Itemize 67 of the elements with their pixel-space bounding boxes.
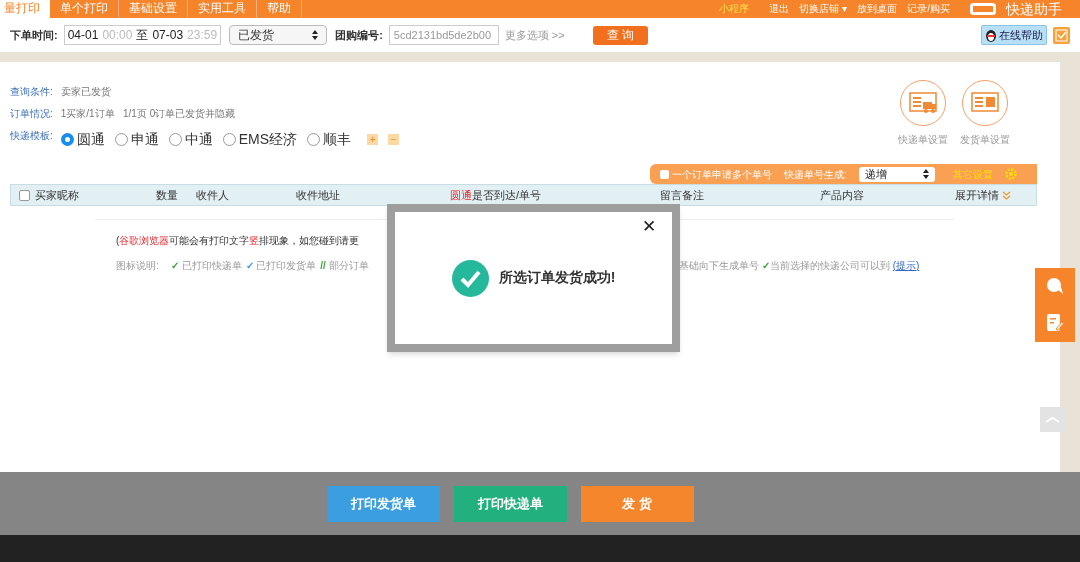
chat-icon[interactable] (1045, 277, 1065, 295)
nav-link[interactable]: 退出 (769, 2, 790, 16)
success-message: 所选订单发货成功! (498, 267, 616, 287)
query-button[interactable]: 查 询 (592, 25, 648, 45)
legend-item: // 部分订单 (320, 259, 369, 273)
select-all-checkbox[interactable] (19, 189, 30, 201)
info-label: 订单情况: (10, 107, 53, 121)
template-radio[interactable]: 顺丰 (307, 129, 352, 150)
template-radio[interactable]: 申通 (114, 129, 159, 150)
checkbox-icon[interactable] (1053, 26, 1070, 44)
action-button[interactable]: 发 货 (580, 485, 694, 522)
column-header: 留言备注 (660, 187, 705, 203)
info-label: 查询条件: (10, 85, 53, 99)
action-button[interactable]: 打印发货单 (326, 485, 440, 522)
remove-button[interactable]: − (388, 134, 400, 145)
more-options-link[interactable]: 更多选项 >> (504, 26, 565, 44)
edit-note-icon[interactable] (1046, 313, 1064, 333)
column-header: 圆通 (450, 187, 472, 203)
column-header: 是否到达/单号 (472, 187, 542, 203)
nav-link[interactable]: 小程序 (719, 2, 750, 16)
add-button[interactable]: + (367, 134, 379, 145)
action-button[interactable]: 打印快递单 (453, 485, 567, 522)
up-down-arrows-icon (922, 169, 929, 179)
group-number-field[interactable]: 5cd2131bd5de2b00 (388, 25, 499, 45)
close-button[interactable]: ✕ (642, 214, 656, 240)
form-icon (971, 92, 999, 114)
column-header: 收件地址 (296, 187, 341, 203)
status-select[interactable]: 已发货 (229, 25, 328, 45)
template-radio[interactable]: 圆通 (60, 129, 105, 150)
column-header: 数量 (156, 187, 179, 203)
column-header: 买家昵称 (35, 187, 80, 203)
brand-name: 快递助手 (1006, 0, 1062, 18)
date-range-field[interactable]: 04-01 00:00 至 07-03 23:59 (63, 25, 222, 45)
nav-tab[interactable]: 量打印 (0, 0, 50, 18)
multi-number-checkbox[interactable] (660, 169, 669, 179)
legend-label: 图标说明: (116, 259, 159, 273)
template-radio[interactable]: EMS经济 (222, 129, 298, 150)
field-label: 团购编号: (335, 27, 383, 43)
info-label: 快递模板: (10, 129, 53, 143)
scroll-top-icon[interactable] (1040, 407, 1065, 432)
up-down-arrows-icon (312, 30, 319, 40)
legend-item: 基础向下生成单号 (678, 259, 759, 273)
column-header: 收件人 (196, 187, 230, 203)
legend-item: ✓当前选择的快递公司可以到 (761, 259, 890, 273)
number-mode-select[interactable]: 递增 (858, 166, 935, 182)
legend-item: ✓ 已打印快递单 (170, 259, 242, 273)
field-label: 快递单号生成: (784, 167, 847, 182)
check-circle-icon (451, 259, 489, 297)
gear-icon[interactable] (1004, 168, 1017, 180)
column-header[interactable]: 展开详情 (955, 186, 999, 204)
online-help-button[interactable]: 在线帮助 (981, 25, 1047, 45)
truck-form-icon (909, 92, 937, 114)
info-value: 1买家/1订单 1/1页 0订单已发货并隐藏 (60, 107, 236, 121)
nav-link[interactable]: 放到桌面 (857, 2, 898, 16)
other-settings-link[interactable]: 其它设置 (952, 166, 993, 182)
nav-link[interactable]: 记录/购买 (907, 2, 950, 16)
hint-link[interactable]: (提示) (892, 258, 920, 273)
template-radio[interactable]: 中通 (168, 129, 213, 150)
chevron-down-icon (1002, 190, 1011, 200)
nav-link[interactable]: 切换店铺 ▾ (799, 2, 848, 16)
column-header: 产品内容 (820, 187, 865, 203)
browser-notice: (谷歌浏览器可能会有打印文字竖排现象，如您碰到请更 (116, 234, 360, 248)
info-value: 卖家已发货 (60, 85, 111, 99)
legend-item: ✓ 已打印发货单 (245, 259, 317, 273)
checkbox-label: 一个订单申请多个单号 (672, 167, 772, 182)
monitor-icon (970, 3, 996, 15)
field-label: 下单时间: (10, 27, 58, 43)
